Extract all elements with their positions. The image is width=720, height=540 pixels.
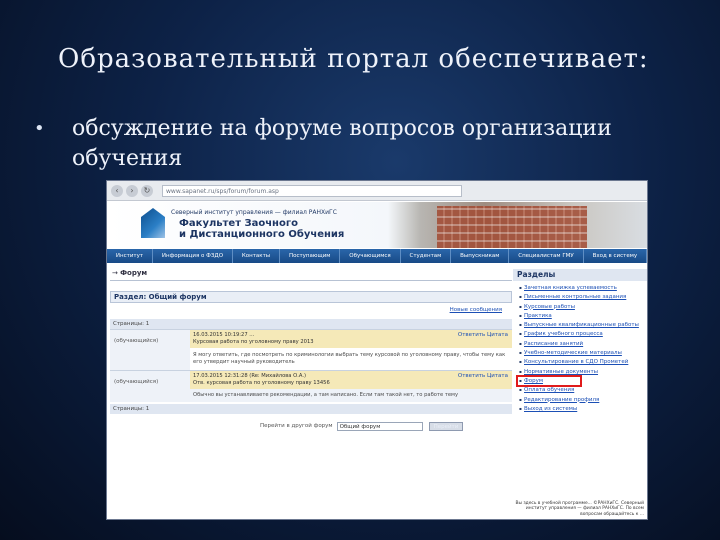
move-forum-label: Перейти в другой форум <box>260 423 333 429</box>
sidebar-item[interactable]: Курсовые работы <box>519 304 647 311</box>
breadcrumb-arrow-icon: → <box>112 269 118 277</box>
sidebar-item[interactable]: Оплата обучения <box>519 387 647 394</box>
post-subject: Курсовая работа по уголовному праву 2013 <box>193 339 314 345</box>
forum-select[interactable]: Общий форум <box>336 421 423 431</box>
sidebar-item-forum[interactable]: Форум <box>516 374 582 388</box>
sidebar-list: Зачетная книжка успеваемость Письменные … <box>513 281 647 412</box>
sidebar-item[interactable]: Нормативные документы <box>519 369 647 376</box>
institute-logo <box>141 208 165 238</box>
post-actions[interactable]: Ответить Цитата <box>458 332 508 339</box>
building-photo <box>437 206 587 248</box>
post-text: Я могу ответить, где посмотреть по крими… <box>193 352 506 365</box>
nav-item[interactable]: Специалистам ГМУ <box>509 249 584 263</box>
pager-top[interactable]: Страницы: 1 <box>110 319 512 329</box>
forum-post: (обучающийся) 16.03.2015 10:19:27 ... Ку… <box>110 329 512 370</box>
post-header: 17.03.2015 12:31:28 (Re: Михайлова О.А.)… <box>190 371 512 389</box>
bullet-text: обсуждение на форуме вопросов организаци… <box>72 116 612 171</box>
section-title: Раздел: Общий форум <box>110 291 512 303</box>
pager-bottom[interactable]: Страницы: 1 <box>110 404 512 414</box>
nav-item[interactable]: Студентам <box>401 249 452 263</box>
nav-item[interactable]: Институт <box>107 249 153 263</box>
breadcrumb-forum[interactable]: Форум <box>120 269 147 277</box>
sidebar-item[interactable]: Консультирование в СДО Прометей <box>519 359 647 366</box>
post-header: 16.03.2015 10:19:27 ... Курсовая работа … <box>190 330 512 348</box>
sidebar-item[interactable]: Зачетная книжка успеваемость <box>519 285 647 292</box>
site-footer: Вы здесь в учебной программе... ©РАНХиГС… <box>515 500 644 517</box>
post-body: 16.03.2015 10:19:27 ... Курсовая работа … <box>190 330 512 370</box>
nav-item[interactable]: Поступающим <box>280 249 341 263</box>
post-text: Обычно вы устанавливаете рекомендации, а… <box>190 389 512 402</box>
site-header: Северный институт управления — филиал РА… <box>107 202 647 248</box>
back-icon[interactable]: ‹ <box>111 184 123 197</box>
sidebar-item[interactable]: Письменные контрольные задания <box>519 294 647 301</box>
move-forum-bar: Перейти в другой форум Общий форум Перей… <box>110 420 512 432</box>
post-actions[interactable]: Ответить Цитата <box>458 373 508 380</box>
site-name-line2: и Дистанционного Обучения <box>179 229 345 240</box>
nav-item[interactable]: Вход в систему <box>584 249 647 263</box>
sidebar-item[interactable]: Редактирование профиля <box>519 397 647 404</box>
nav-item[interactable]: Обучающимся <box>340 249 401 263</box>
forum-post: (обучающийся) 17.03.2015 12:31:28 (Re: М… <box>110 370 512 402</box>
sidebar-item[interactable]: График учебного процесса <box>519 331 647 338</box>
browser-toolbar: ‹ › ↻ www.sapanet.ru/sps/forum/forum.asp <box>107 181 647 201</box>
go-button[interactable]: Перейти <box>428 421 464 431</box>
nav-item[interactable]: Информация о ФЗДО <box>153 249 233 263</box>
bullet-dot: • <box>34 118 45 139</box>
site-name-line1: Факультет Заочного <box>179 218 298 229</box>
post-author: (обучающийся) <box>110 330 190 370</box>
sidebar-title: Разделы <box>513 269 647 281</box>
browser-screenshot: ‹ › ↻ www.sapanet.ru/sps/forum/forum.asp… <box>106 180 648 520</box>
sidebar-item[interactable]: Расписание занятий <box>519 341 647 348</box>
post-subject: Отв. курсовая работа по уголовному праву… <box>193 380 330 386</box>
sections-sidebar: Разделы Зачетная книжка успеваемость Пис… <box>513 269 647 519</box>
post-author: (обучающийся) <box>110 371 190 402</box>
sidebar-item[interactable]: Выход из системы <box>519 406 647 413</box>
forward-icon[interactable]: › <box>126 184 138 197</box>
sidebar-item[interactable]: Выпускные квалификационные работы <box>519 322 647 329</box>
forum-main: → Форум Раздел: Общий форум Новые сообще… <box>110 269 512 519</box>
breadcrumb: → Форум <box>110 269 512 281</box>
post-body: 17.03.2015 12:31:28 (Re: Михайлова О.А.)… <box>190 371 512 402</box>
new-messages-link[interactable]: Новые сообщения <box>110 307 512 317</box>
reload-icon[interactable]: ↻ <box>141 184 153 197</box>
nav-item[interactable]: Контакты <box>233 249 281 263</box>
site-subtitle: Северный институт управления — филиал РА… <box>171 209 337 216</box>
sidebar-item[interactable]: Учебно-методические материалы <box>519 350 647 357</box>
sidebar-item[interactable]: Практика <box>519 313 647 320</box>
top-navigation: Институт Информация о ФЗДО Контакты Пост… <box>107 249 647 263</box>
address-bar[interactable]: www.sapanet.ru/sps/forum/forum.asp <box>162 184 462 197</box>
nav-item[interactable]: Выпускникам <box>451 249 510 263</box>
slide-title: Образовательный портал обеспечивает: <box>58 44 649 74</box>
